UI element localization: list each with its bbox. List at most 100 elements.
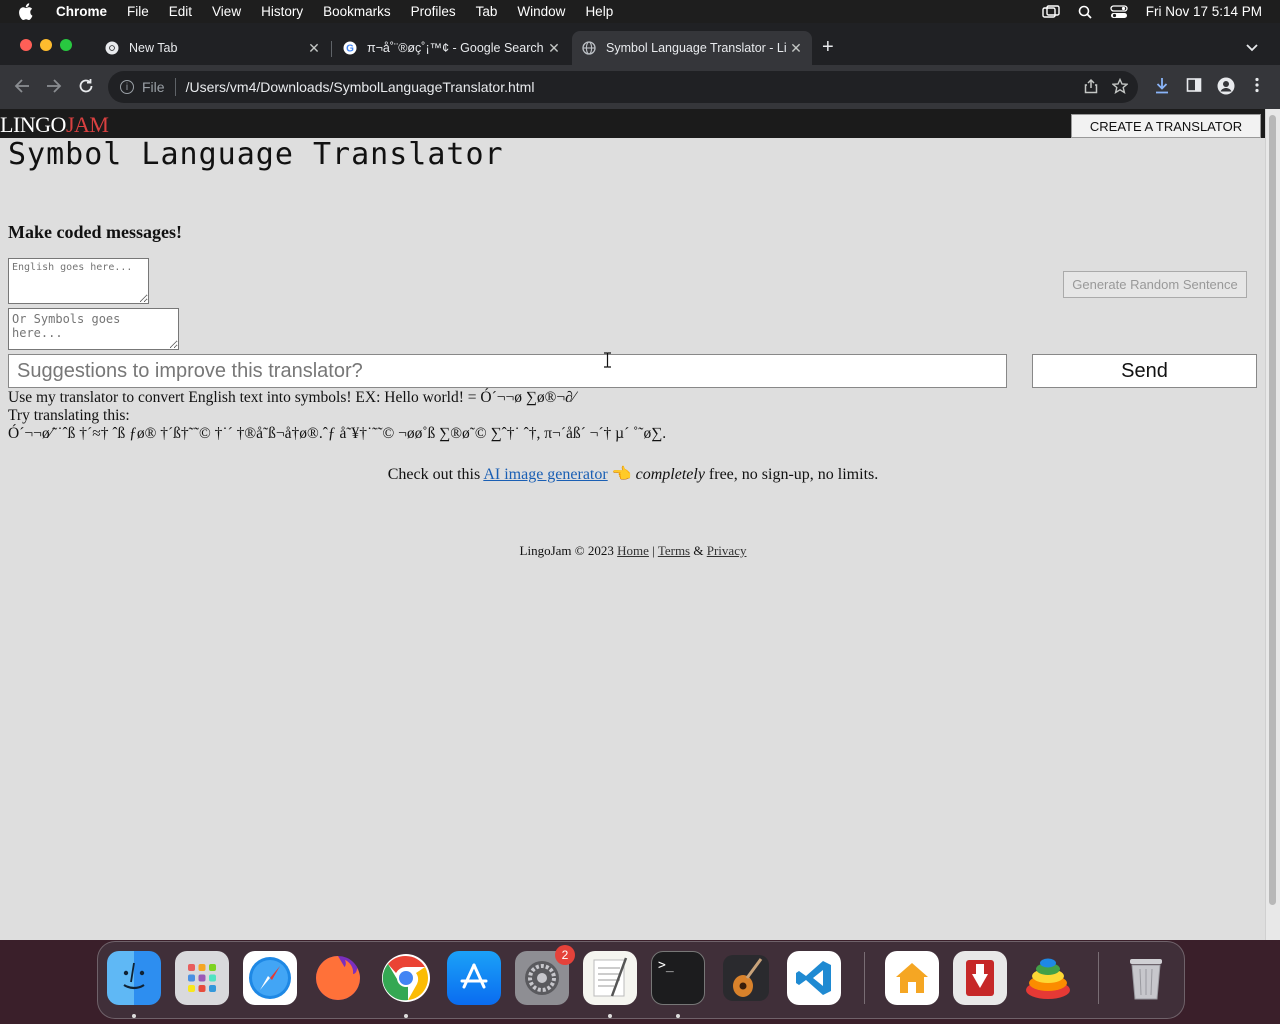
chrome-icon [105,41,119,55]
svg-text:G: G [346,44,354,55]
menu-bar: Chrome File Edit View History Bookmarks … [0,0,1280,23]
create-translator-button[interactable]: CREATE A TRANSLATOR [1071,114,1261,138]
ai-image-generator-link[interactable]: AI image generator [483,466,607,483]
app-store-icon[interactable] [447,951,501,1005]
textedit-icon[interactable] [583,951,637,1005]
tab-divider [331,41,332,57]
stack-app-icon[interactable] [1021,951,1075,1005]
vscode-icon[interactable] [787,951,841,1005]
promo-before: Check out this [387,466,484,483]
footer-privacy-link[interactable]: Privacy [707,543,747,558]
downloader-icon[interactable] [953,951,1007,1005]
lingojam-header: LINGOJAM CREATE A TRANSLATOR [0,109,1266,138]
back-arrow-icon[interactable] [14,78,30,99]
page-title: Symbol Language Translator [8,137,504,172]
tab-title: Symbol Language Translator - LingoJam [606,41,786,55]
new-tab-button[interactable]: + [822,37,834,57]
apple-icon[interactable] [18,3,36,21]
system-settings-icon[interactable]: 2 [515,945,575,1005]
settings-notification-badge: 2 [555,945,575,965]
firefox-icon[interactable] [311,951,365,1005]
home-icon[interactable] [885,951,939,1005]
forward-arrow-icon[interactable] [46,78,62,99]
site-info-icon[interactable]: i [120,80,134,94]
terminal-prompt-label: >_ [658,958,674,973]
menu-tab[interactable]: Tab [476,4,498,19]
menubar-status-area: Fri Nov 17 5:14 PM [1042,0,1262,23]
close-tab-icon[interactable]: ✕ [786,40,806,57]
footer-terms-link[interactable]: Terms [658,543,690,558]
reload-icon[interactable] [78,78,94,99]
finder-icon[interactable] [107,951,161,1005]
suggestions-input[interactable]: Suggestions to improve this translator? [8,354,1007,388]
dock-separator [864,952,865,1004]
chrome-app-icon[interactable] [379,951,433,1005]
address-actions [1084,71,1138,103]
control-center-icon[interactable] [1110,4,1128,19]
promo-emphasis: completely [635,466,705,483]
menu-profiles[interactable]: Profiles [411,4,456,19]
garageband-icon[interactable] [719,951,773,1005]
safari-icon[interactable] [243,951,297,1005]
menubar-clock[interactable]: Fri Nov 17 5:14 PM [1146,4,1262,19]
translator-description: Use my translator to convert English tex… [8,389,576,406]
menu-file[interactable]: File [127,4,149,19]
close-window-button[interactable] [20,39,32,51]
text-cursor-icon [603,352,612,373]
address-divider [174,78,176,96]
more-menu-icon[interactable] [1255,77,1259,98]
menu-app-chrome[interactable]: Chrome [56,4,107,19]
screen-mirroring-icon[interactable] [1042,4,1060,19]
spotlight-search-icon[interactable] [1078,5,1092,19]
symbols-input[interactable] [8,308,179,350]
bookmark-star-icon[interactable] [1111,77,1129,97]
close-tab-icon[interactable]: ✕ [544,40,564,57]
downloads-icon[interactable] [1154,77,1170,100]
web-page: LINGOJAM CREATE A TRANSLATOR Symbol Lang… [0,109,1266,940]
address-scheme: File [142,79,165,95]
english-input[interactable] [8,258,149,304]
logo-lingo: LINGO [0,112,66,137]
tab-new-tab[interactable]: New Tab ✕ [95,31,330,65]
page-scrollbar[interactable] [1265,109,1280,940]
profile-avatar-icon[interactable] [1217,77,1235,100]
browser-toolbar: i File /Users/vm4/Downloads/SymbolLangua… [0,65,1280,109]
tab-symbol-translator[interactable]: Symbol Language Translator - LingoJam ✕ [572,31,812,65]
send-button[interactable]: Send [1032,354,1257,388]
menu-bookmarks[interactable]: Bookmarks [323,4,391,19]
tab-strip: New Tab ✕ G π¬å˚¨®øç˚¡™¢ - Google Search… [0,23,1280,65]
textedit-running-dot [608,1014,612,1018]
footer: LingoJam © 2023 Home | Terms & Privacy [0,543,1266,559]
footer-separator: | [648,543,658,558]
terminal-icon[interactable]: >_ [651,951,705,1005]
menu-window[interactable]: Window [517,4,565,19]
trash-icon[interactable] [1119,951,1173,1005]
terminal-running-dot [676,1014,680,1018]
tab-search-chevron-icon[interactable] [1246,39,1258,57]
globe-icon [582,41,596,55]
side-panel-icon[interactable] [1186,77,1202,98]
page-subtitle: Make coded messages! [8,222,182,242]
tab-google-search[interactable]: G π¬å˚¨®øç˚¡™¢ - Google Search ✕ [333,31,570,65]
dock-separator [1098,952,1099,1004]
address-bar[interactable]: i File /Users/vm4/Downloads/SymbolLangua… [108,71,1138,103]
lingojam-logo[interactable]: LINGOJAM [0,112,109,138]
footer-ampersand: & [690,543,707,558]
promo-after: free, no sign-up, no limits. [704,466,879,483]
close-tab-icon[interactable]: ✕ [304,40,324,57]
launchpad-icon[interactable] [175,951,229,1005]
share-icon[interactable] [1084,78,1098,97]
minimize-window-button[interactable] [40,39,52,51]
menu-edit[interactable]: Edit [169,4,192,19]
menu-history[interactable]: History [261,4,303,19]
address-url[interactable]: /Users/vm4/Downloads/SymbolLanguageTrans… [186,79,535,95]
promo-line: Check out this AI image generator 👈 comp… [0,464,1266,484]
menu-view[interactable]: View [212,4,241,19]
menu-help[interactable]: Help [585,4,613,19]
google-icon: G [343,41,357,55]
browser-window: New Tab ✕ G π¬å˚¨®øç˚¡™¢ - Google Search… [0,23,1280,940]
scrollbar-thumb[interactable] [1269,115,1276,905]
zoom-window-button[interactable] [60,39,72,51]
generate-random-sentence-button[interactable]: Generate Random Sentence [1063,271,1247,298]
footer-home-link[interactable]: Home [617,543,649,558]
